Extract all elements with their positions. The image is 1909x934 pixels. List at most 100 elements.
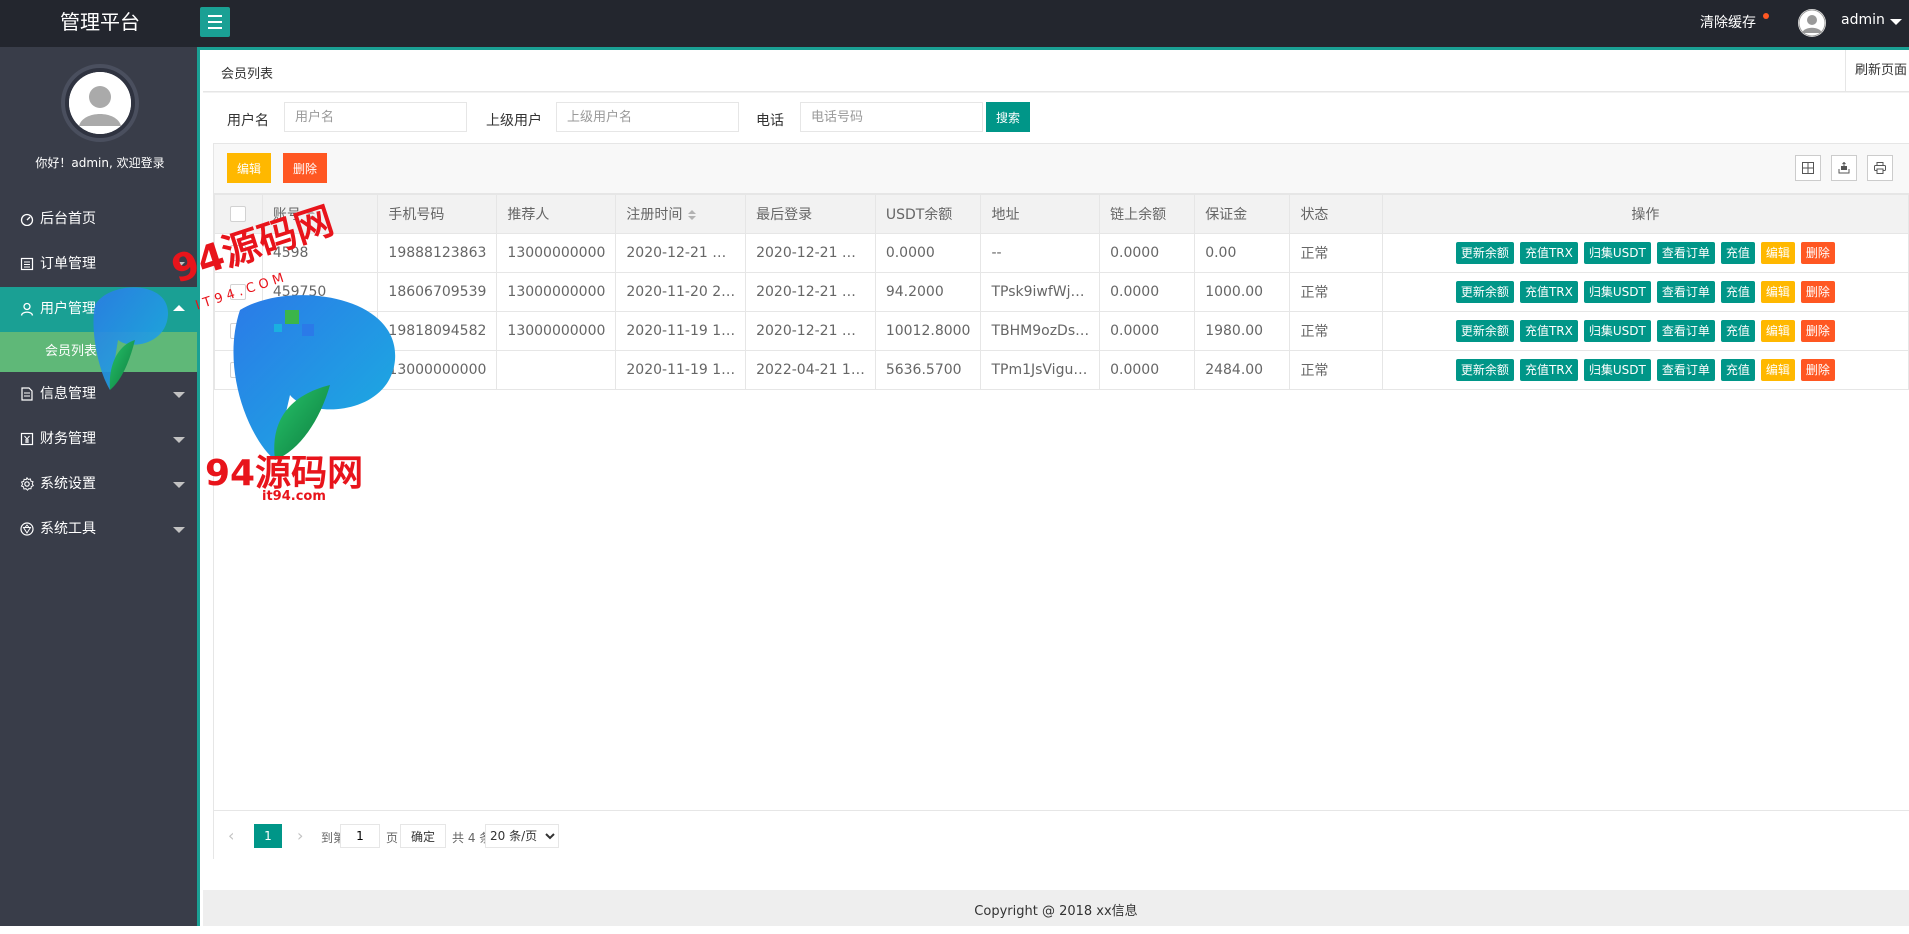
row-checkbox[interactable] xyxy=(230,284,247,300)
sidebar-item-finance[interactable]: 财务管理 xyxy=(0,417,197,462)
phone-input[interactable] xyxy=(800,102,983,132)
delete-button[interactable]: 删除 xyxy=(1800,359,1835,381)
user-avatar-icon[interactable] xyxy=(1798,9,1826,37)
collect-usdt-button[interactable]: 归集USDT xyxy=(1583,359,1651,381)
tab-member-list[interactable]: 会员列表 xyxy=(221,63,273,82)
sort-icon[interactable] xyxy=(688,210,697,220)
recharge-trx-button[interactable]: 充值TRX xyxy=(1519,242,1578,264)
sidebar-item-users[interactable]: 用户管理 xyxy=(0,287,197,332)
column-header-last-login: 最后登录 xyxy=(745,194,876,234)
username-input[interactable] xyxy=(284,102,467,132)
column-header-chain-balance: 链上余额 xyxy=(1099,194,1196,234)
cell-account: 45979 xyxy=(261,311,379,351)
cell-actions: 更新余额 充值TRX 归集USDT 查看订单 充值 编辑 删除 xyxy=(1381,233,1909,273)
member-table: 账号 手机号码 推荐人 注册时间 最后登录 USDT余额 地址 链上余额 保证金… xyxy=(214,194,1909,390)
view-orders-button[interactable]: 查看订单 xyxy=(1656,320,1715,342)
edit-button[interactable]: 编辑 xyxy=(1760,242,1795,264)
recharge-button[interactable]: 充值 xyxy=(1720,320,1755,342)
collect-usdt-button[interactable]: 归集USDT xyxy=(1583,242,1651,264)
cell-deposit: 1000.00 xyxy=(1194,272,1291,312)
side-menu: 后台首页 订单管理 用户管理 会员列表 信息管理 财务管理 系统设置 系统工具 xyxy=(0,197,197,552)
next-page-icon[interactable]: › xyxy=(297,826,303,845)
recharge-trx-button[interactable]: 充值TRX xyxy=(1519,320,1578,342)
cell-referrer xyxy=(496,350,617,390)
batch-delete-button[interactable]: 删除 xyxy=(283,153,327,183)
cell-usdt: 5636.5700 xyxy=(874,350,982,390)
sort-icon[interactable] xyxy=(306,210,315,220)
delete-button[interactable]: 删除 xyxy=(1800,281,1835,303)
row-checkbox[interactable] xyxy=(230,245,247,261)
search-button[interactable]: 搜索 xyxy=(986,102,1030,132)
update-balance-button[interactable]: 更新余额 xyxy=(1455,359,1514,381)
edit-button[interactable]: 编辑 xyxy=(1760,281,1795,303)
cell-deposit: 0.00 xyxy=(1194,233,1291,273)
chevron-down-icon xyxy=(173,437,185,443)
phone-label: 电话 xyxy=(756,113,784,129)
collect-usdt-button[interactable]: 归集USDT xyxy=(1583,320,1651,342)
export-icon[interactable] xyxy=(1831,155,1857,181)
menu-toggle-button[interactable] xyxy=(200,7,230,37)
select-all-checkbox[interactable] xyxy=(230,206,247,222)
page-size-select[interactable]: 20 条/页 xyxy=(485,824,559,848)
sidebar-item-dashboard[interactable]: 后台首页 xyxy=(0,197,197,242)
sidebar-item-tools[interactable]: 系统工具 xyxy=(0,507,197,552)
column-header-account[interactable]: 账号 xyxy=(261,194,379,234)
tools-icon xyxy=(20,522,34,536)
sidebar-item-label: 用户管理 xyxy=(40,301,96,317)
sidebar-item-info[interactable]: 信息管理 xyxy=(0,372,197,417)
cell-phone: 19818094582 xyxy=(377,311,498,351)
print-icon[interactable] xyxy=(1867,155,1893,181)
delete-button[interactable]: 删除 xyxy=(1800,320,1835,342)
footer: Copyright @ 2018 xx信息 xyxy=(203,890,1909,926)
recharge-button[interactable]: 充值 xyxy=(1720,242,1755,264)
parent-user-input[interactable] xyxy=(556,102,739,132)
recharge-button[interactable]: 充值 xyxy=(1720,359,1755,381)
cell-chain-balance: 0.0000 xyxy=(1099,350,1196,390)
collect-usdt-button[interactable]: 归集USDT xyxy=(1583,281,1651,303)
refresh-page-button[interactable]: 刷新页面 xyxy=(1845,50,1909,92)
view-orders-button[interactable]: 查看订单 xyxy=(1656,242,1715,264)
current-page-button[interactable]: 1 xyxy=(254,824,282,848)
cell-phone: 18606709539 xyxy=(377,272,498,312)
clear-cache-link[interactable]: 清除缓存 xyxy=(1700,12,1756,32)
sidebar-subitem-member-list[interactable]: 会员列表 xyxy=(0,332,197,372)
column-header-reg-time[interactable]: 注册时间 xyxy=(615,194,747,234)
cell-phone: 13000000000 xyxy=(377,350,498,390)
recharge-trx-button[interactable]: 充值TRX xyxy=(1519,359,1578,381)
document-icon xyxy=(21,387,33,401)
profile-avatar xyxy=(61,64,139,142)
row-checkbox[interactable] xyxy=(230,323,247,339)
chevron-down-icon[interactable] xyxy=(1890,19,1902,25)
column-header-status: 状态 xyxy=(1289,194,1383,234)
sidebar-item-orders[interactable]: 订单管理 xyxy=(0,242,197,287)
prev-page-icon[interactable]: ‹ xyxy=(228,826,234,845)
cell-actions: 更新余额 充值TRX 归集USDT 查看订单 充值 编辑 删除 xyxy=(1381,350,1909,390)
row-checkbox[interactable] xyxy=(230,362,247,378)
table-row: 4598 19888123863 13000000000 2020-12-21 … xyxy=(214,233,1909,273)
sidebar-item-label: 财务管理 xyxy=(40,431,96,447)
edit-button[interactable]: 编辑 xyxy=(1760,320,1795,342)
username-label: 用户名 xyxy=(227,113,269,129)
cell-last-login: 2022-04-21 1… xyxy=(745,350,876,390)
update-balance-button[interactable]: 更新余额 xyxy=(1455,242,1514,264)
edit-button[interactable]: 编辑 xyxy=(1760,359,1795,381)
cell-chain-balance: 0.0000 xyxy=(1099,311,1196,351)
confirm-page-button[interactable]: 确定 xyxy=(400,824,446,848)
cell-usdt: 0.0000 xyxy=(874,233,982,273)
app-title: 管理平台 xyxy=(60,10,140,34)
table-row: 45979 19818094582 13000000000 2020-11-19… xyxy=(214,311,1909,351)
recharge-button[interactable]: 充值 xyxy=(1720,281,1755,303)
batch-edit-button[interactable]: 编辑 xyxy=(227,153,271,183)
sidebar-item-settings[interactable]: 系统设置 xyxy=(0,462,197,507)
recharge-trx-button[interactable]: 充值TRX xyxy=(1519,281,1578,303)
columns-icon[interactable] xyxy=(1795,155,1821,181)
user-name-link[interactable]: admin xyxy=(1841,12,1885,28)
copyright-text: Copyright @ 2018 xx信息 xyxy=(974,904,1138,919)
view-orders-button[interactable]: 查看订单 xyxy=(1656,281,1715,303)
column-header-address: 地址 xyxy=(980,194,1101,234)
delete-button[interactable]: 删除 xyxy=(1800,242,1835,264)
update-balance-button[interactable]: 更新余额 xyxy=(1455,281,1514,303)
page-number-input[interactable] xyxy=(340,824,380,848)
update-balance-button[interactable]: 更新余额 xyxy=(1455,320,1514,342)
view-orders-button[interactable]: 查看订单 xyxy=(1656,359,1715,381)
